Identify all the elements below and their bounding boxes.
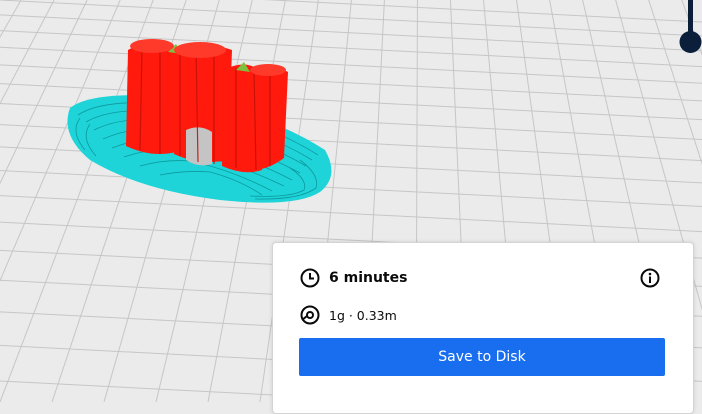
save-to-disk-button[interactable]: Save to Disk bbox=[299, 338, 665, 376]
info-icon[interactable] bbox=[639, 267, 661, 289]
print-info-panel: 6 minutes 1g · 0.33m Save to Disk bbox=[272, 242, 694, 414]
material-usage-label: 1g · 0.33m bbox=[329, 307, 397, 323]
clock-icon bbox=[299, 267, 321, 289]
model-walls bbox=[126, 39, 288, 173]
print-time-row: 6 minutes bbox=[299, 267, 407, 289]
print-time-label: 6 minutes bbox=[329, 270, 408, 286]
material-row: 1g · 0.33m bbox=[299, 304, 397, 326]
layer-slider-handle[interactable] bbox=[679, 0, 702, 58]
spool-icon bbox=[299, 304, 321, 326]
